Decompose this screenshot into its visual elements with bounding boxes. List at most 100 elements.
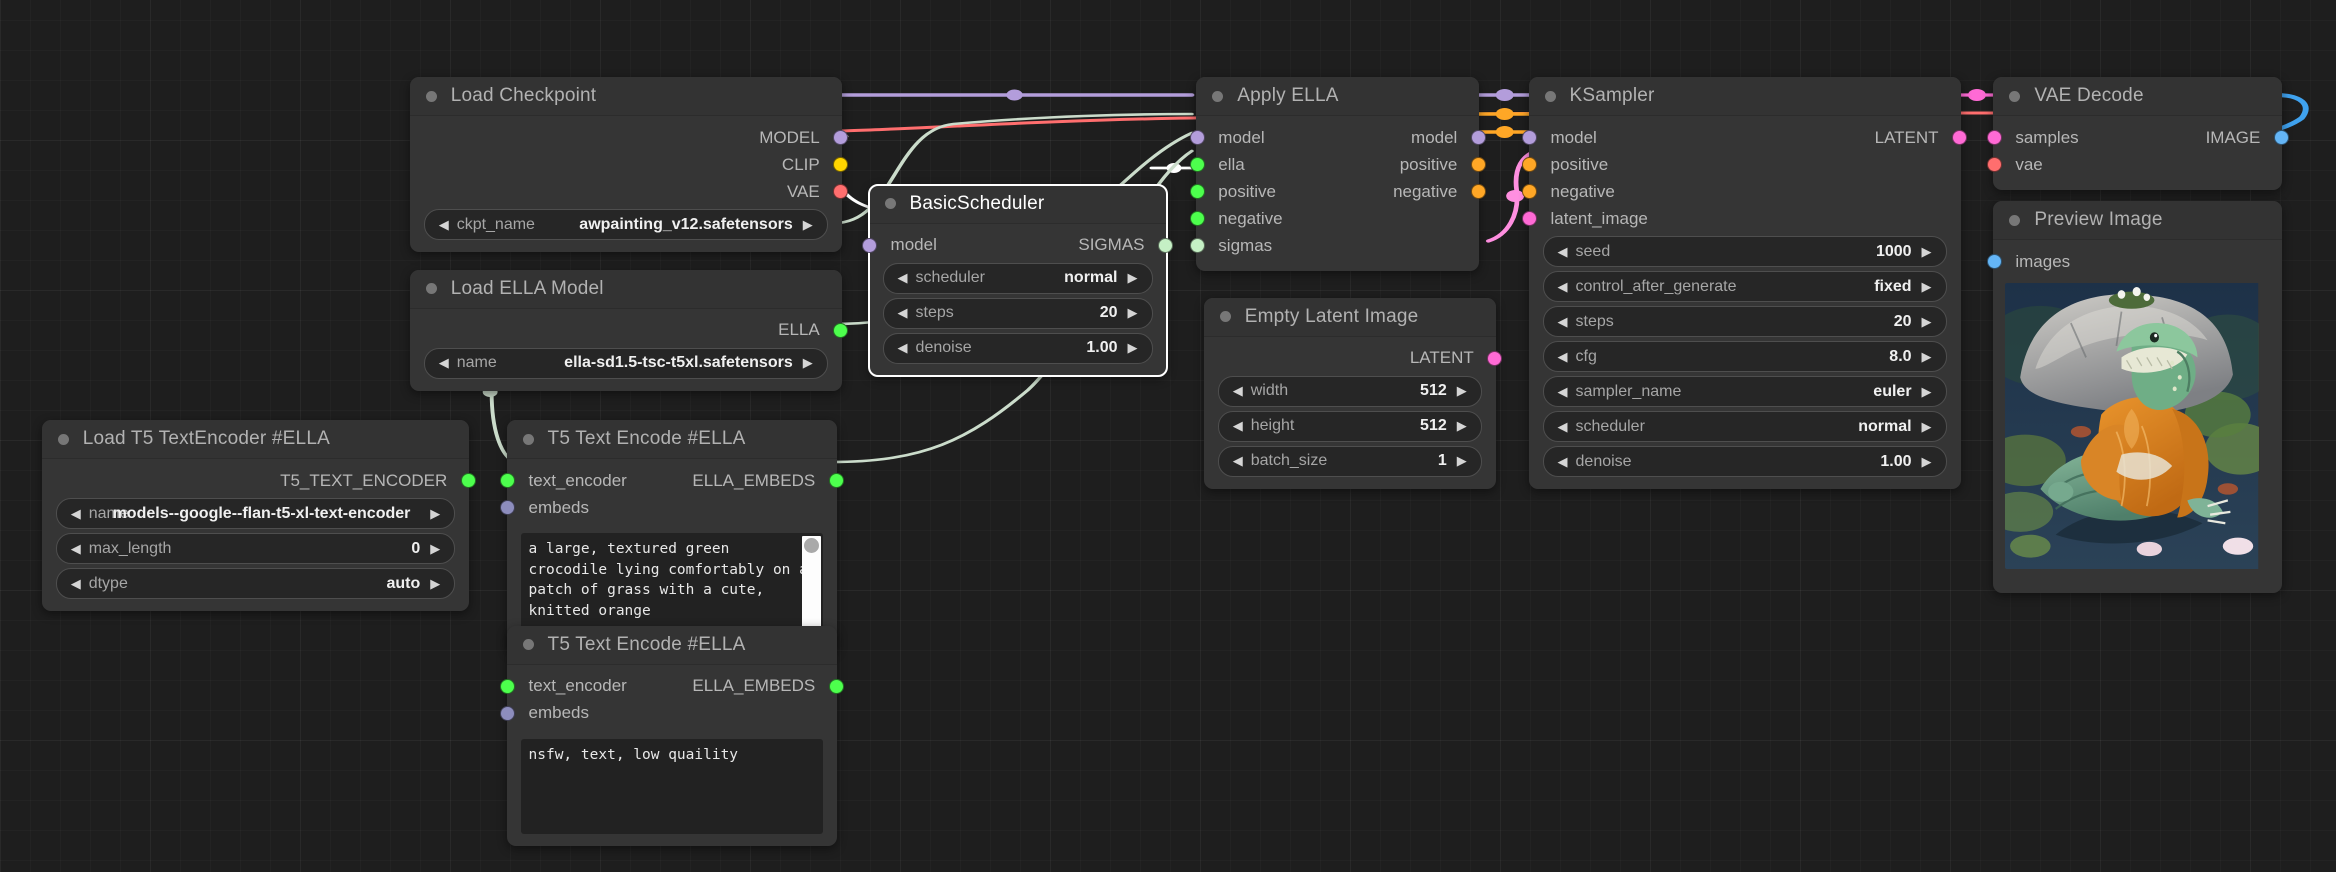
output-slot-MODEL[interactable]: [833, 130, 849, 146]
prompt-textarea[interactable]: a large, textured green crocodile lying …: [520, 533, 824, 641]
widget-decrement-icon[interactable]: ◀: [890, 299, 916, 328]
widget-denoise[interactable]: ◀ denoise 1.00 ▶: [882, 332, 1153, 364]
input-slot-ella[interactable]: [1189, 157, 1205, 173]
input-slot-negative[interactable]: [1189, 211, 1205, 227]
node-titlebar[interactable]: KSampler: [1528, 77, 1961, 117]
output-slot-LATENT[interactable]: [1952, 130, 1968, 146]
node-apply-ella[interactable]: Apply ELLA model model ella positive positive…: [1189, 77, 1486, 272]
widget-sampler_name[interactable]: ◀ sampler_name euler ▶: [1542, 376, 1947, 408]
widget-max_length[interactable]: ◀ max_length 0 ▶: [55, 533, 456, 565]
collapse-dot-icon[interactable]: [522, 433, 534, 445]
input-slot-text_encoder[interactable]: [500, 473, 516, 489]
widget-decrement-icon[interactable]: ◀: [1550, 377, 1576, 406]
node-titlebar[interactable]: BasicScheduler: [868, 184, 1167, 224]
widget-decrement-icon[interactable]: ◀: [1550, 272, 1576, 301]
widget-decrement-icon[interactable]: ◀: [890, 264, 916, 293]
widget-decrement-icon[interactable]: ◀: [63, 534, 89, 563]
widget-cfg[interactable]: ◀ cfg 8.0 ▶: [1542, 341, 1947, 373]
widget-increment-icon[interactable]: ▶: [422, 499, 448, 528]
widget-increment-icon[interactable]: ▶: [1914, 307, 1940, 336]
widget-increment-icon[interactable]: ▶: [1449, 377, 1475, 406]
collapse-dot-icon[interactable]: [884, 198, 896, 210]
input-slot-model[interactable]: [862, 237, 878, 253]
output-slot-positive[interactable]: [1470, 157, 1486, 173]
output-slot-model[interactable]: [1470, 130, 1486, 146]
widget-denoise[interactable]: ◀ denoise 1.00 ▶: [1542, 446, 1947, 478]
widget-decrement-icon[interactable]: ◀: [1550, 307, 1576, 336]
widget-decrement-icon[interactable]: ◀: [63, 499, 89, 528]
widget-decrement-icon[interactable]: ◀: [1225, 412, 1251, 441]
input-slot-negative[interactable]: [1522, 184, 1538, 200]
prompt-textarea[interactable]: nsfw, text, low quaility: [520, 738, 824, 835]
widget-batch_size[interactable]: ◀ batch_size 1 ▶: [1217, 445, 1482, 477]
widget-increment-icon[interactable]: ▶: [1914, 377, 1940, 406]
collapse-dot-icon[interactable]: [1212, 90, 1224, 102]
widget-dtype[interactable]: ◀ dtype auto ▶: [55, 568, 456, 600]
widget-control_after_generate[interactable]: ◀ control_after_generate fixed ▶: [1542, 271, 1947, 303]
node-vae-decode[interactable]: VAE Decode samples IMAGE vae: [1986, 77, 2289, 191]
widget-increment-icon[interactable]: ▶: [1120, 264, 1146, 293]
node-preview-image[interactable]: Preview Image images: [1986, 201, 2283, 594]
node-titlebar[interactable]: Apply ELLA: [1196, 77, 1480, 117]
widget-width[interactable]: ◀ width 512 ▶: [1217, 375, 1482, 407]
output-slot-ELLA[interactable]: [833, 322, 849, 338]
output-slot-negative[interactable]: [1470, 184, 1486, 200]
collapse-dot-icon[interactable]: [425, 90, 437, 102]
widget-increment-icon[interactable]: ▶: [1120, 299, 1146, 328]
collapse-dot-icon[interactable]: [1219, 311, 1231, 323]
widget-scheduler[interactable]: ◀ scheduler normal ▶: [882, 262, 1153, 294]
widget-increment-icon[interactable]: ▶: [1914, 272, 1940, 301]
input-slot-vae[interactable]: [1986, 157, 2002, 173]
input-slot-embeds[interactable]: [500, 705, 516, 721]
widget-decrement-icon[interactable]: ◀: [890, 334, 916, 363]
collapse-dot-icon[interactable]: [2009, 214, 2021, 226]
widget-decrement-icon[interactable]: ◀: [63, 569, 89, 598]
widget-increment-icon[interactable]: ▶: [1914, 342, 1940, 371]
collapse-dot-icon[interactable]: [57, 433, 69, 445]
widget-increment-icon[interactable]: ▶: [1914, 447, 1940, 476]
input-slot-latent_image[interactable]: [1522, 211, 1538, 227]
node-titlebar[interactable]: Empty Latent Image: [1203, 297, 1496, 337]
node-load-checkpoint[interactable]: Load Checkpoint MODEL CLIP VAE ◀ ckpt_name awp…: [409, 77, 849, 253]
input-slot-embeds[interactable]: [500, 500, 516, 516]
node-basic-scheduler[interactable]: BasicScheduler model SIGMAS ◀ scheduler norma…: [862, 183, 1173, 377]
widget-increment-icon[interactable]: ▶: [795, 210, 821, 239]
widget-increment-icon[interactable]: ▶: [422, 534, 448, 563]
input-slot-positive[interactable]: [1522, 157, 1538, 173]
widget-increment-icon[interactable]: ▶: [1914, 237, 1940, 266]
graph-canvas[interactable]: Load Checkpoint MODEL CLIP VAE ◀ ckpt_name awp…: [0, 0, 2336, 872]
widget-decrement-icon[interactable]: ◀: [431, 210, 457, 239]
widget-steps[interactable]: ◀ steps 20 ▶: [882, 297, 1153, 329]
node-titlebar[interactable]: Preview Image: [1993, 201, 2283, 241]
widget-ckpt_name[interactable]: ◀ ckpt_name awpainting_v12.safetensors ▶: [423, 209, 828, 241]
widget-increment-icon[interactable]: ▶: [1449, 412, 1475, 441]
widget-steps[interactable]: ◀ steps 20 ▶: [1542, 306, 1947, 338]
input-slot-positive[interactable]: [1189, 184, 1205, 200]
output-slot-ELLA_EMBEDS[interactable]: [828, 678, 844, 694]
widget-height[interactable]: ◀ height 512 ▶: [1217, 410, 1482, 442]
widget-increment-icon[interactable]: ▶: [1914, 412, 1940, 441]
output-slot-LATENT[interactable]: [1487, 350, 1503, 366]
input-slot-sigmas[interactable]: [1189, 238, 1205, 254]
collapse-dot-icon[interactable]: [2009, 90, 2021, 102]
collapse-dot-icon[interactable]: [522, 639, 534, 651]
output-slot-ELLA_EMBEDS[interactable]: [828, 473, 844, 489]
widget-decrement-icon[interactable]: ◀: [1550, 447, 1576, 476]
widget-increment-icon[interactable]: ▶: [422, 569, 448, 598]
widget-increment-icon[interactable]: ▶: [1120, 334, 1146, 363]
node-load-t5-textencoder[interactable]: Load T5 TextEncoder #ELLA T5_TEXT_ENCODER…: [41, 420, 476, 612]
input-slot-samples[interactable]: [1986, 130, 2002, 146]
input-slot-images[interactable]: [1986, 254, 2002, 270]
input-slot-model[interactable]: [1189, 130, 1205, 146]
widget-name[interactable]: ◀ name models--google--flan-t5-xl-text-enc…: [55, 498, 456, 530]
node-load-ella-model[interactable]: Load ELLA Model ELLA ◀ name ella-sd1.5-tsc-t…: [409, 269, 849, 391]
input-slot-text_encoder[interactable]: [500, 678, 516, 694]
widget-decrement-icon[interactable]: ◀: [1550, 342, 1576, 371]
collapse-dot-icon[interactable]: [425, 283, 437, 295]
widget-increment-icon[interactable]: ▶: [1449, 447, 1475, 476]
node-empty-latent-image[interactable]: Empty Latent Image LATENT ◀ width 512 ▶ ◀ heigh…: [1203, 297, 1503, 489]
node-titlebar[interactable]: T5 Text Encode #ELLA: [506, 625, 838, 665]
node-t5-text-encode-positive[interactable]: T5 Text Encode #ELLA text_encoder ELLA_EMB…: [500, 420, 844, 653]
widget-seed[interactable]: ◀ seed 1000 ▶: [1542, 236, 1947, 268]
widget-decrement-icon[interactable]: ◀: [1550, 237, 1576, 266]
